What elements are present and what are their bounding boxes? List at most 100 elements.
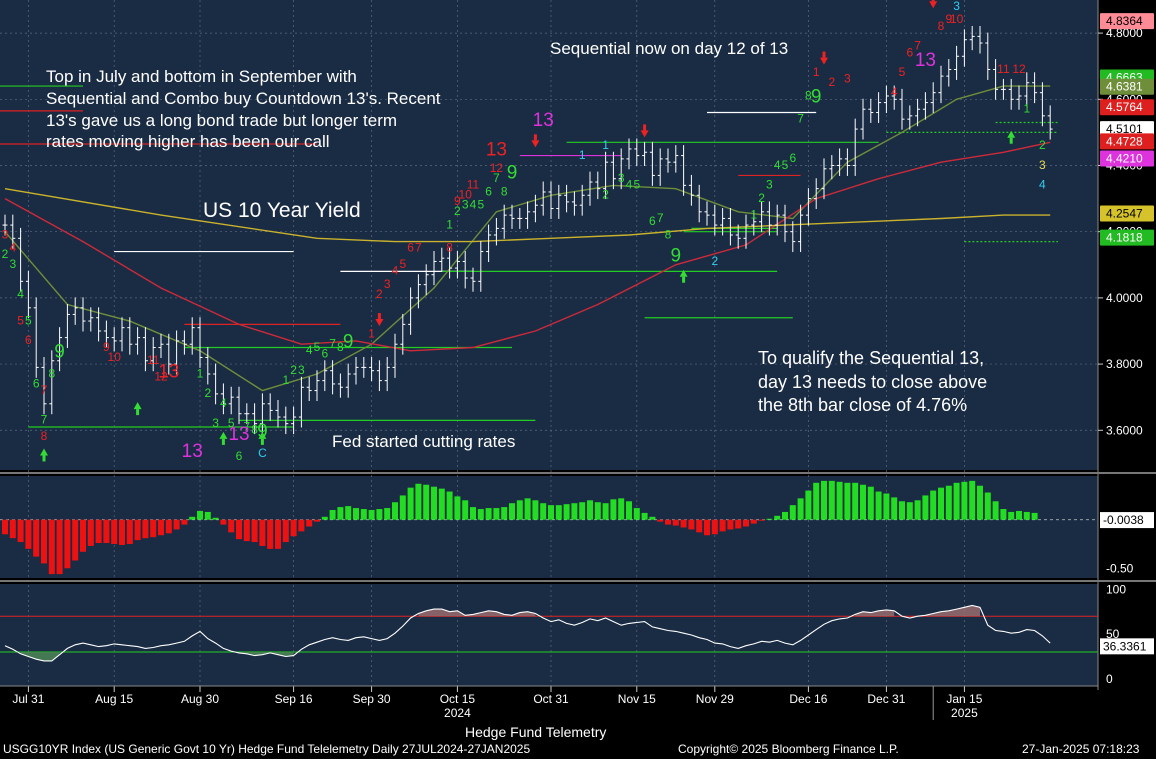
histogram-bar bbox=[407, 487, 414, 520]
td-count-label: 4 bbox=[470, 198, 477, 212]
histogram-bar bbox=[243, 519, 250, 542]
td-count-label: 8 bbox=[501, 184, 508, 198]
price-marker-label: 4.5764 bbox=[1106, 100, 1143, 114]
histogram-bar bbox=[56, 519, 63, 575]
footer-center-title: Hedge Fund Telemetry bbox=[465, 724, 606, 740]
price-marker-label: 4.8364 bbox=[1106, 14, 1143, 28]
histogram-bar bbox=[649, 516, 656, 520]
td-count-label: 3 bbox=[384, 277, 391, 291]
td-count-label: 1 bbox=[579, 148, 586, 162]
chart-title-label: US 10 Year Yield bbox=[203, 199, 361, 222]
histogram-bar bbox=[758, 519, 765, 521]
date-tick-label: Nov 15 bbox=[618, 692, 656, 706]
date-tick-label: Aug 15 bbox=[95, 692, 133, 706]
price-marker-label: 4.2547 bbox=[1106, 206, 1143, 220]
td-signal-arrow-stem bbox=[377, 313, 381, 320]
td-count-label: 12 bbox=[1012, 62, 1026, 76]
rsi-tick-label: 0 bbox=[1106, 672, 1113, 686]
histogram-bar bbox=[415, 483, 422, 520]
td-count-label: 8 bbox=[938, 19, 945, 33]
histogram-bar bbox=[906, 502, 913, 520]
td-count-label: 6 bbox=[33, 376, 40, 390]
histogram-bar bbox=[891, 497, 898, 520]
histogram-bar bbox=[158, 519, 164, 536]
histogram-bar bbox=[922, 495, 929, 520]
histogram-bar bbox=[33, 519, 40, 557]
histogram-bar bbox=[314, 519, 320, 522]
td-count-label: 13 bbox=[158, 361, 179, 382]
date-tick-label: Jan 15 bbox=[946, 692, 982, 706]
td-count-label: 2 bbox=[828, 75, 835, 89]
histogram-bar bbox=[657, 519, 664, 522]
histogram-bar bbox=[493, 508, 500, 520]
footer-timestamp: 27-Jan-2025 07:18:23 bbox=[1022, 742, 1140, 756]
histogram-bar bbox=[501, 507, 508, 520]
td-count-label: 5 bbox=[17, 313, 24, 327]
histogram-bar bbox=[454, 496, 461, 520]
histogram-bar bbox=[860, 484, 866, 520]
histogram-bar bbox=[9, 519, 16, 539]
histogram-bar bbox=[704, 519, 710, 536]
histogram-bar bbox=[376, 509, 383, 520]
td-count-label: 4 bbox=[891, 85, 898, 99]
td-signal-arrow-stem bbox=[42, 455, 46, 462]
td-count-label: 4 bbox=[392, 264, 399, 278]
td-count-label: 4 bbox=[306, 343, 313, 357]
rsi-current-label: 36.3361 bbox=[1103, 639, 1147, 653]
td-count-label: 4 bbox=[9, 241, 16, 255]
histogram-current-label: -0.0038 bbox=[1103, 513, 1144, 527]
histogram-bar bbox=[119, 519, 125, 545]
histogram-bar bbox=[197, 510, 203, 520]
histogram-bar bbox=[103, 519, 110, 544]
histogram-bar bbox=[555, 505, 562, 520]
td-count-label: 2 bbox=[1039, 138, 1046, 152]
histogram-bar bbox=[743, 519, 749, 527]
histogram-bar bbox=[797, 498, 804, 520]
histogram-bar bbox=[953, 482, 960, 520]
td-count-label: 6 bbox=[789, 151, 796, 165]
histogram-bar bbox=[750, 519, 757, 524]
price-marker-label: 4.1818 bbox=[1106, 231, 1143, 245]
histogram-bar bbox=[423, 484, 430, 520]
price-marker-label: 4.4728 bbox=[1106, 134, 1143, 148]
histogram-bar bbox=[236, 519, 242, 540]
td-count-label: 1 bbox=[282, 373, 289, 387]
histogram-bar bbox=[399, 495, 406, 520]
td-count-label: 2 bbox=[758, 191, 765, 205]
td-count-label: 5 bbox=[399, 257, 406, 271]
histogram-bar bbox=[938, 487, 944, 520]
price-tick-label: 3.6000 bbox=[1106, 423, 1143, 437]
td-count-label: 1 bbox=[446, 217, 453, 231]
histogram-bar bbox=[883, 493, 890, 520]
histogram-bar bbox=[665, 519, 671, 525]
main-note-line-3: 13's gave us a long bond trade but longe… bbox=[46, 111, 397, 130]
histogram-bar bbox=[181, 519, 188, 525]
td-count-label: 10 bbox=[108, 350, 122, 364]
histogram-bar bbox=[899, 501, 905, 520]
histogram-bar bbox=[735, 519, 742, 529]
histogram-bar bbox=[945, 485, 952, 520]
td-count-label: 13 bbox=[182, 441, 203, 462]
year-label: 2025 bbox=[951, 706, 978, 720]
histogram-bar bbox=[610, 499, 617, 520]
histogram-bar bbox=[844, 482, 851, 520]
price-tick-label: 3.8000 bbox=[1106, 357, 1143, 371]
td-count-label: 3 bbox=[953, 0, 960, 13]
td-count-label: 5 bbox=[477, 198, 484, 212]
histogram-bar bbox=[431, 486, 437, 520]
histogram-bar bbox=[571, 503, 578, 520]
histogram-bar bbox=[516, 500, 523, 520]
histogram-bar bbox=[80, 519, 86, 552]
td-count-label: 4 bbox=[220, 396, 227, 410]
td-signal-arrow-stem bbox=[822, 51, 826, 58]
td-signal-arrow-stem bbox=[136, 409, 140, 416]
td-count-label: 8 bbox=[48, 366, 55, 380]
histogram-bar bbox=[813, 482, 820, 520]
histogram-bar bbox=[368, 510, 375, 520]
sequential-status-note: Sequential now on day 12 of 13 bbox=[550, 39, 788, 58]
histogram-bar bbox=[462, 500, 469, 520]
main-note-line-1: Top in July and bottom in September with bbox=[46, 67, 357, 86]
histogram-bar bbox=[587, 500, 593, 520]
rsi-tick-label: 100 bbox=[1106, 582, 1126, 596]
histogram-bar bbox=[1000, 509, 1007, 520]
